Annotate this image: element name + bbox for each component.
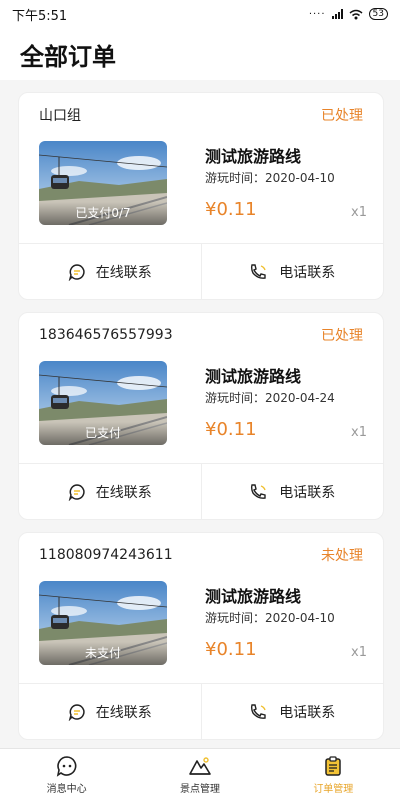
play-time: 游玩时间：2020-04-10 <box>205 171 335 185</box>
route-thumbnail: 未支付 <box>39 581 167 665</box>
order-id: 118080974243611 <box>39 547 173 563</box>
phone-icon <box>251 483 266 499</box>
order-quantity: x1 <box>351 645 367 660</box>
order-id: 山口组 <box>39 108 81 124</box>
order-status: 已处理 <box>321 108 363 124</box>
signal-icon <box>331 9 343 19</box>
battery-icon: 53 <box>368 8 388 20</box>
online-contact-button[interactable]: 在线联系 <box>19 464 201 519</box>
online-contact-label: 在线联系 <box>95 704 152 721</box>
play-time: 游玩时间：2020-04-24 <box>205 391 335 405</box>
order-price: ¥0.11 <box>205 199 257 220</box>
phone-contact-label: 电话联系 <box>279 264 336 281</box>
payment-tag: 未支付 <box>39 642 167 665</box>
order-id: 183646576557993 <box>39 327 173 343</box>
online-contact-label: 在线联系 <box>95 484 152 501</box>
order-quantity: x1 <box>351 425 367 440</box>
order-price: ¥0.11 <box>205 419 257 440</box>
bottom-tab-bar: 消息中心 景点管理 订单管理 <box>0 748 400 800</box>
tab-orders-label: 订单管理 <box>313 783 354 795</box>
wifi-icon <box>349 9 363 19</box>
chat-icon <box>68 703 85 721</box>
order-card[interactable]: 118080974243611 未处理 未支付 测试旅游路线 游玩时间：2020… <box>18 532 384 740</box>
dots-icon: ···· <box>308 8 326 20</box>
chat-icon <box>68 263 85 281</box>
chat-icon <box>68 483 85 501</box>
tab-scenic[interactable]: 景点管理 <box>133 749 266 800</box>
phone-icon <box>251 263 266 279</box>
order-status: 已处理 <box>321 328 363 344</box>
tab-messages-label: 消息中心 <box>46 783 87 795</box>
payment-tag: 已支付 <box>39 422 167 445</box>
online-contact-button[interactable]: 在线联系 <box>19 244 201 299</box>
route-thumbnail: 已支付 <box>39 361 167 445</box>
payment-tag: 已支付0/7 <box>39 202 167 225</box>
mountain-icon <box>189 756 211 775</box>
route-title: 测试旅游路线 <box>205 587 302 606</box>
order-card[interactable]: 183646576557993 已处理 已支付 测试旅游路线 游玩时间：2020… <box>18 312 384 520</box>
play-time: 游玩时间：2020-04-10 <box>205 611 335 625</box>
route-title: 测试旅游路线 <box>205 147 302 166</box>
message-icon <box>56 755 77 777</box>
order-price: ¥0.11 <box>205 639 257 660</box>
status-icons: ···· 53 <box>309 8 388 20</box>
tab-scenic-label: 景点管理 <box>179 783 220 795</box>
tab-orders[interactable]: 订单管理 <box>267 749 400 800</box>
route-title: 测试旅游路线 <box>205 367 302 386</box>
order-card[interactable]: 山口组 已处理 已支付0/7 测试旅游路线 游玩时间：2020-04-10 ¥0… <box>18 92 384 300</box>
status-bar: 下午5:51 ···· 53 <box>0 0 400 28</box>
status-time: 下午5:51 <box>12 8 68 24</box>
phone-contact-button[interactable]: 电话联系 <box>200 464 384 519</box>
route-thumbnail: 已支付0/7 <box>39 141 167 225</box>
phone-contact-label: 电话联系 <box>279 484 336 501</box>
page-title: 全部订单 <box>0 28 400 80</box>
order-status: 未处理 <box>321 548 363 564</box>
online-contact-label: 在线联系 <box>95 264 152 281</box>
phone-contact-button[interactable]: 电话联系 <box>200 244 384 299</box>
online-contact-button[interactable]: 在线联系 <box>19 684 201 739</box>
phone-icon <box>251 703 266 719</box>
phone-contact-button[interactable]: 电话联系 <box>200 684 384 739</box>
clipboard-icon <box>325 755 342 776</box>
order-quantity: x1 <box>351 205 367 220</box>
tab-messages[interactable]: 消息中心 <box>0 749 133 800</box>
phone-contact-label: 电话联系 <box>279 704 336 721</box>
